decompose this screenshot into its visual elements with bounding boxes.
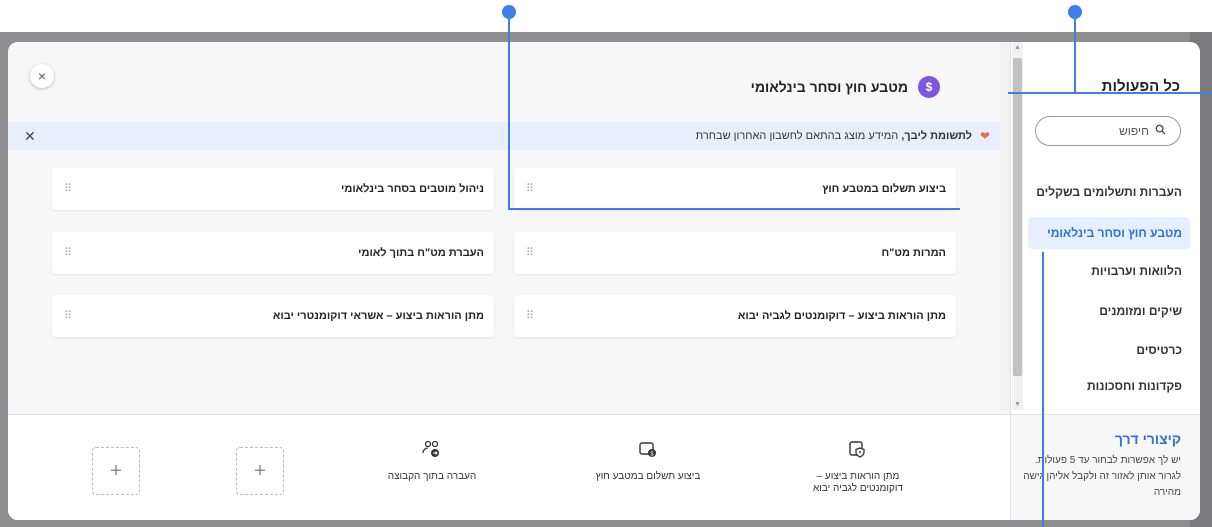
action-card-label: מתן הוראות ביצוע – אשראי דוקומנטרי יבוא <box>272 310 484 322</box>
notice-close-button[interactable]: ✕ <box>24 128 36 145</box>
sidebar-item-loans[interactable]: הלוואות וערבויות <box>1028 255 1190 287</box>
shortcut-label: ביצוע תשלום במטבע חוץ <box>595 471 701 482</box>
drag-handle-icon[interactable]: ⠿ <box>64 309 72 322</box>
page-title: מטבע חוץ וסחר בינלאומי <box>750 79 908 95</box>
shortcuts-title: קיצורי דרך <box>1114 431 1181 447</box>
action-card[interactable]: המרות מט"ח ⠿ <box>514 232 956 274</box>
actions-modal: × $ מטבע חוץ וסחר בינלאומי ❤ לתשומת ליבך… <box>8 42 1200 520</box>
shortcuts-bar: מתן הוראות ביצוע – דוקומנטים לגביה יבוא … <box>8 414 1010 520</box>
action-card-label: ביצוע תשלום במטבע חוץ <box>822 183 946 195</box>
scroll-up-icon[interactable]: ▲ <box>1014 44 1021 51</box>
close-icon: × <box>37 68 47 84</box>
drag-handle-icon[interactable]: ⠿ <box>64 182 72 195</box>
action-card-label: המרות מט"ח <box>881 247 946 259</box>
shortcut-item[interactable]: מתן הוראות ביצוע – דוקומנטים לגביה יבוא <box>798 439 918 495</box>
search-icon <box>1155 124 1166 138</box>
shortcut-label: מתן הוראות ביצוע – דוקומנטים לגביה יבוא <box>813 471 903 494</box>
drag-handle-icon[interactable]: ⠿ <box>64 246 72 259</box>
shortcut-item[interactable]: $ ביצוע תשלום במטבע חוץ <box>588 439 708 483</box>
main-scrollbar[interactable] <box>1000 42 1010 410</box>
wallet-coin-icon: $ <box>588 439 708 465</box>
sidebar: ▲ ▼ כל הפעולות חיפוש העברות ותשלומים בשק… <box>1010 42 1200 520</box>
scroll-down-icon[interactable]: ▼ <box>1014 401 1021 408</box>
svg-text:$: $ <box>650 451 654 458</box>
close-button[interactable]: × <box>30 64 54 88</box>
dollar-icon: $ <box>918 76 940 98</box>
shortcuts-info: קיצורי דרך יש לך אפשרות לבחור עד 5 פעולו… <box>1011 414 1200 520</box>
sidebar-item-foreign-currency[interactable]: מטבע חוץ וסחר בינלאומי <box>1028 217 1190 249</box>
search-placeholder: חיפוש <box>1119 124 1149 138</box>
section-header: $ מטבע חוץ וסחר בינלאומי <box>751 76 940 98</box>
action-card-label: מתן הוראות ביצוע – דוקומנטים לגביה יבוא <box>737 310 946 322</box>
shortcuts-description: יש לך אפשרות לבחור עד 5 פעולות. לגרור או… <box>1023 455 1181 498</box>
sidebar-item-cards[interactable]: כרטיסים <box>1028 334 1190 366</box>
action-card[interactable]: ניהול מוטבים בסחר בינלאומי ⠿ <box>52 168 494 210</box>
notice-text: המידע מוצג בהתאם לחשבון האחרון שבחרת <box>695 130 899 142</box>
annotation-line <box>1074 12 1076 94</box>
sidebar-item-deposits[interactable]: פקדונות וחסכונות <box>1028 370 1190 402</box>
action-card-label: העברת מט"ח בתוך לאומי <box>358 247 484 259</box>
add-shortcut-slot[interactable]: + <box>236 447 284 495</box>
document-shield-icon <box>798 439 918 465</box>
sidebar-item-checks[interactable]: שיקים ומזומנים <box>1028 295 1190 327</box>
notice-bold: לתשומת ליבך, <box>901 130 972 142</box>
action-card[interactable]: מתן הוראות ביצוע – אשראי דוקומנטרי יבוא … <box>52 295 494 337</box>
action-card[interactable]: ביצוע תשלום במטבע חוץ ⠿ <box>514 168 956 210</box>
action-card[interactable]: מתן הוראות ביצוע – דוקומנטים לגביה יבוא … <box>514 295 956 337</box>
action-card-label: ניהול מוטבים בסחר בינלאומי <box>341 183 484 195</box>
drag-handle-icon[interactable]: ⠿ <box>526 309 534 322</box>
drag-handle-icon[interactable]: ⠿ <box>526 246 534 259</box>
shortcut-item[interactable]: העברה בתוך הקבוצה <box>372 439 492 483</box>
sidebar-scrollbar[interactable]: ▲ ▼ <box>1012 42 1023 410</box>
group-transfer-icon <box>372 439 492 465</box>
sidebar-item-shekel-transfers[interactable]: העברות ותשלומים בשקלים <box>1028 176 1190 208</box>
action-card[interactable]: העברת מט"ח בתוך לאומי ⠿ <box>52 232 494 274</box>
heart-icon: ❤ <box>979 129 990 143</box>
shortcut-label: העברה בתוך הקבוצה <box>387 471 477 482</box>
annotation-line <box>508 12 510 210</box>
scroll-thumb[interactable] <box>1013 58 1022 376</box>
drag-handle-icon[interactable]: ⠿ <box>526 182 534 195</box>
notice-banner: ❤ לתשומת ליבך, המידע מוצג בהתאם לחשבון ה… <box>8 122 1000 150</box>
annotation-line <box>1008 92 1212 94</box>
search-input[interactable]: חיפוש <box>1035 116 1181 146</box>
annotation-line <box>508 208 960 210</box>
annotation-line <box>1042 252 1044 527</box>
add-shortcut-slot[interactable]: + <box>92 447 140 495</box>
